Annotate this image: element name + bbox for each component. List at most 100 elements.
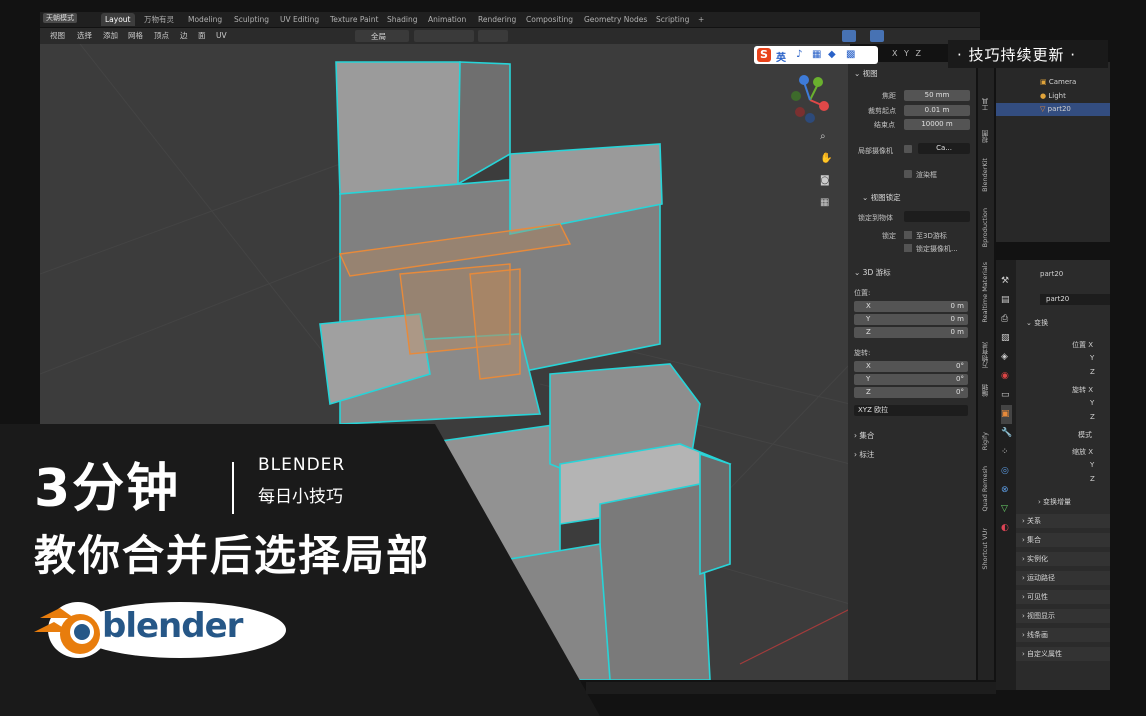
- rotation-mode-dropdown[interactable]: XYZ 欧拉: [854, 405, 968, 416]
- cursor-pos-z[interactable]: Z 0 m: [854, 327, 968, 338]
- overlay-controls[interactable]: [816, 30, 906, 42]
- line-art-section[interactable]: › 线条画: [1016, 628, 1110, 642]
- overlay-toggle[interactable]: [870, 30, 884, 42]
- annotation-section-header[interactable]: › 标注: [854, 449, 874, 460]
- constraints-props-icon[interactable]: ⊗: [1001, 481, 1012, 500]
- navigation-gizmo[interactable]: [780, 72, 840, 132]
- tab-wanwu[interactable]: 万物有灵: [140, 13, 178, 26]
- object-name-field[interactable]: part20: [1040, 294, 1110, 305]
- particles-props-icon[interactable]: ⁘: [1001, 443, 1012, 462]
- motion-paths-section[interactable]: › 运动路径: [1016, 571, 1110, 585]
- cursor-pos-x[interactable]: X 0 m: [854, 301, 968, 312]
- transform-orientation-dropdown[interactable]: 全局: [355, 30, 409, 42]
- tab-tool[interactable]: 工具: [981, 98, 991, 111]
- menu-mesh[interactable]: 网格: [128, 30, 143, 42]
- physics-props-icon[interactable]: ◎: [1001, 462, 1012, 481]
- tool-props-icon[interactable]: ⚒: [1001, 272, 1012, 291]
- ime-language-label[interactable]: 英: [776, 49, 786, 64]
- collections-section[interactable]: › 集合: [1016, 533, 1110, 547]
- mirror-y[interactable]: Y: [904, 49, 909, 58]
- menu-face[interactable]: 面: [198, 30, 206, 42]
- outliner-item-part20[interactable]: ▽ part20: [996, 103, 1110, 116]
- relations-section[interactable]: › 关系: [1016, 514, 1110, 528]
- outliner-item-camera[interactable]: ▣ Camera: [1040, 78, 1076, 86]
- tab-shortcut-vur[interactable]: Shortcut VUr: [981, 528, 989, 570]
- camera-icon[interactable]: ◙: [820, 170, 832, 192]
- tab-quad-remesh[interactable]: Quad Remesh: [981, 466, 989, 511]
- snapping-controls[interactable]: [414, 30, 474, 42]
- render-props-icon[interactable]: ▤: [1001, 291, 1012, 310]
- tab-texture-paint[interactable]: Texture Paint: [326, 13, 382, 26]
- cursor-rot-y[interactable]: Y 0°: [854, 374, 968, 385]
- view-lock-header[interactable]: ⌄ 视图锁定: [862, 192, 901, 203]
- grid-icon[interactable]: ▦: [820, 192, 832, 214]
- visibility-section[interactable]: › 可见性: [1016, 590, 1110, 604]
- toolbox-icon[interactable]: ▩: [846, 49, 855, 60]
- menu-select[interactable]: 选择: [77, 30, 92, 42]
- custom-properties-section[interactable]: › 自定义属性: [1016, 647, 1110, 661]
- tab-rigify[interactable]: Rigify: [981, 432, 989, 450]
- clip-end-field[interactable]: 10000 m: [904, 119, 970, 130]
- tab-animation[interactable]: Animation: [424, 13, 470, 26]
- add-workspace-button[interactable]: +: [694, 13, 708, 26]
- tab-modeling[interactable]: Modeling: [184, 13, 226, 26]
- tab-edit[interactable]: 编辑: [981, 384, 991, 397]
- outliner-item-light[interactable]: ● Light: [1040, 92, 1066, 100]
- output-props-icon[interactable]: ⎙: [1001, 310, 1012, 329]
- tab-compositing[interactable]: Compositing: [522, 13, 577, 26]
- lock-camera-checkbox[interactable]: [904, 244, 912, 252]
- tab-rendering[interactable]: Rendering: [474, 13, 520, 26]
- cursor-rot-x[interactable]: X 0°: [854, 361, 968, 372]
- view-layer-props-icon[interactable]: ▧: [1001, 329, 1012, 348]
- tab-sculpting[interactable]: Sculpting: [230, 13, 273, 26]
- data-props-icon[interactable]: ▽: [1001, 500, 1012, 519]
- cursor-section-header[interactable]: ⌄ 3D 游标: [854, 267, 891, 278]
- hand-icon[interactable]: ✋: [820, 148, 832, 170]
- world-props-icon[interactable]: ◉: [1001, 367, 1012, 386]
- tab-scripting[interactable]: Scripting: [652, 13, 693, 26]
- mirror-x[interactable]: X: [892, 49, 897, 58]
- tab-bproduction[interactable]: Bproduction: [981, 208, 989, 247]
- clip-start-field[interactable]: 0.01 m: [904, 105, 970, 116]
- tab-wanwu[interactable]: 万物有灵: [981, 342, 991, 368]
- tab-layout[interactable]: Layout: [101, 13, 135, 26]
- viewport-nav-tools[interactable]: ⌕ ✋ ◙ ▦: [820, 126, 832, 216]
- zoom-icon[interactable]: ⌕: [820, 126, 832, 148]
- local-camera-checkbox[interactable]: [904, 145, 912, 153]
- tab-geometry-nodes[interactable]: Geometry Nodes: [580, 13, 651, 26]
- tab-blenderkit[interactable]: BlenderKit: [981, 158, 989, 192]
- local-camera-field[interactable]: Ca...: [918, 143, 970, 154]
- instancing-section[interactable]: › 实例化: [1016, 552, 1110, 566]
- material-props-icon[interactable]: ◐: [1001, 519, 1012, 538]
- tab-view[interactable]: 视图: [981, 130, 991, 143]
- lock-object-field[interactable]: [904, 211, 970, 222]
- object-props-icon[interactable]: ▣: [1001, 405, 1013, 424]
- proportional-editing[interactable]: [478, 30, 508, 42]
- modifier-props-icon[interactable]: 🔧: [1001, 424, 1012, 443]
- delta-transform-header[interactable]: › 变换增量: [1038, 497, 1071, 507]
- tab-uv-editing[interactable]: UV Editing: [276, 13, 323, 26]
- mode-button[interactable]: 天朝模式: [43, 13, 77, 23]
- menu-add[interactable]: 添加: [103, 30, 118, 42]
- view-section-header[interactable]: ⌄ 视图: [854, 68, 878, 79]
- collection-props-icon[interactable]: ▭: [1001, 386, 1012, 405]
- menu-uv[interactable]: UV: [216, 30, 227, 42]
- cursor-pos-y[interactable]: Y 0 m: [854, 314, 968, 325]
- microphone-icon[interactable]: ♪: [796, 49, 802, 60]
- menu-vertex[interactable]: 顶点: [154, 30, 169, 42]
- ime-toolbar[interactable]: S 英 ♪ ▦ ◆ ▩: [754, 46, 878, 64]
- menu-edge[interactable]: 边: [180, 30, 188, 42]
- gizmo-toggle[interactable]: [842, 30, 856, 42]
- menu-view[interactable]: 视图: [50, 30, 65, 42]
- keyboard-icon[interactable]: ▦: [812, 49, 821, 60]
- collection-section-header[interactable]: › 集合: [854, 430, 874, 441]
- render-region-checkbox[interactable]: [904, 170, 912, 178]
- skin-icon[interactable]: ◆: [828, 49, 836, 60]
- tab-realtime-materials[interactable]: Realtime Materials: [981, 262, 989, 323]
- transform-section-header[interactable]: ⌄ 变换: [1026, 318, 1048, 328]
- cursor-rot-z[interactable]: Z 0°: [854, 387, 968, 398]
- mirror-z[interactable]: Z: [915, 49, 920, 58]
- mirror-axes[interactable]: X Y Z: [892, 49, 921, 58]
- tab-shading[interactable]: Shading: [383, 13, 421, 26]
- focal-field[interactable]: 50 mm: [904, 90, 970, 101]
